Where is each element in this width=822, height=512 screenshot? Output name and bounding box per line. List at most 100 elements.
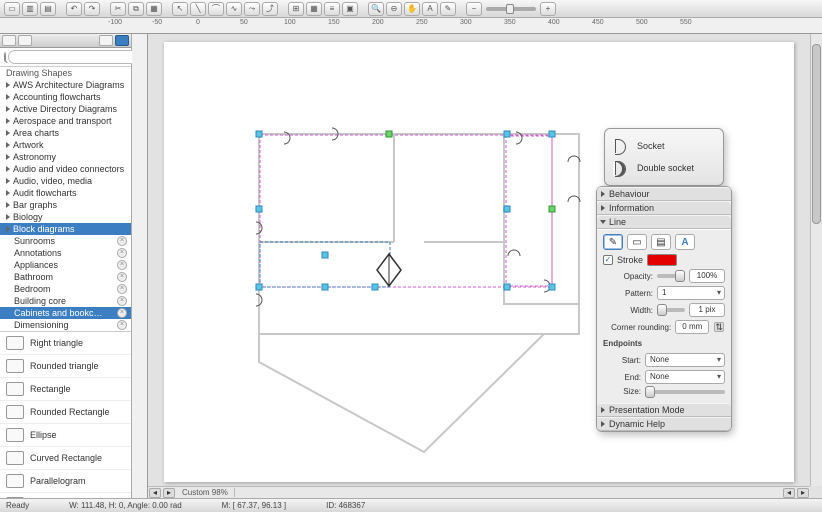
tool-align-icon[interactable]: ≡ <box>324 2 340 16</box>
tree-remove-icon[interactable]: × <box>117 236 127 246</box>
tool-paste-icon[interactable]: ▦ <box>146 2 162 16</box>
tool-hand-icon[interactable]: ✋ <box>404 2 420 16</box>
tool-save-icon[interactable]: ▤ <box>40 2 56 16</box>
line-mode-pencil-icon[interactable]: ✎ <box>603 234 623 250</box>
zoom-mode-label[interactable]: Custom 98% <box>176 488 235 497</box>
shape-row[interactable]: Rectangle <box>0 378 131 401</box>
shape-row[interactable]: Rounded Parallelogram <box>0 493 131 498</box>
tree-subsection[interactable]: Bedroom× <box>0 283 131 295</box>
opacity-slider[interactable] <box>657 274 685 278</box>
tree-remove-icon[interactable]: × <box>117 272 127 282</box>
size-slider[interactable] <box>645 390 725 394</box>
line-mode-shadow-icon[interactable]: ▤ <box>651 234 671 250</box>
tool-connector2-icon[interactable]: ⤴ <box>262 2 278 16</box>
inspector-presentation-header[interactable]: Presentation Mode <box>597 403 731 417</box>
tool-redo-icon[interactable]: ↷ <box>84 2 100 16</box>
tree-item[interactable]: Astronomy <box>0 151 131 163</box>
tool-grid-icon[interactable]: ▦ <box>306 2 322 16</box>
width-slider[interactable] <box>657 308 685 312</box>
stroke-checkbox[interactable]: ✓ <box>603 255 613 265</box>
tool-text-icon[interactable]: A <box>422 2 438 16</box>
tree-item[interactable]: Bar graphs <box>0 199 131 211</box>
sidebar-tab-2[interactable] <box>18 35 32 46</box>
corner-value[interactable]: 0 mm <box>675 320 709 334</box>
tool-copy-icon[interactable]: ⧉ <box>128 2 144 16</box>
scroll-right-button[interactable]: ▸ <box>797 488 809 498</box>
scrollbar-vertical[interactable] <box>810 34 822 486</box>
tree-item[interactable]: Active Directory Diagrams <box>0 103 131 115</box>
inspector-information-header[interactable]: Information <box>597 201 731 215</box>
tree-item[interactable]: Audit flowcharts <box>0 187 131 199</box>
shape-row[interactable]: Right triangle <box>0 332 131 355</box>
tree-remove-icon[interactable]: × <box>117 260 127 270</box>
tree-item[interactable]: Block diagrams <box>0 223 131 235</box>
tree-item[interactable]: Audio and video connectors <box>0 163 131 175</box>
shape-row[interactable]: Rounded triangle <box>0 355 131 378</box>
start-select[interactable]: None <box>645 353 725 367</box>
page-next-button[interactable]: ▸ <box>163 488 175 498</box>
tree-heading[interactable]: Drawing Shapes <box>0 67 131 79</box>
search-input[interactable] <box>8 50 139 64</box>
tree-subsection[interactable]: Bathroom× <box>0 271 131 283</box>
tree-subsection[interactable]: Dimensioning× <box>0 319 131 331</box>
tree-subsection[interactable]: Sunrooms× <box>0 235 131 247</box>
zoom-slider[interactable] <box>486 7 536 11</box>
sidebar-tab-search-icon[interactable] <box>115 35 129 46</box>
inspector-panel[interactable]: Behaviour Information Line ✎ ▭ ▤ A ✓ Str… <box>596 186 732 432</box>
legend-panel[interactable]: Socket Double socket <box>604 128 724 186</box>
tool-pen-icon[interactable]: ✎ <box>440 2 456 16</box>
tree-subsection[interactable]: Cabinets and bookc…× <box>0 307 131 319</box>
tree-subsection[interactable]: Building core× <box>0 295 131 307</box>
corner-stepper[interactable]: ⇅ <box>714 322 724 332</box>
tool-curve-icon[interactable]: ∿ <box>226 2 242 16</box>
tool-arc-icon[interactable]: ⌒ <box>208 2 224 16</box>
tool-group-icon[interactable]: ▣ <box>342 2 358 16</box>
tool-line-icon[interactable]: ╲ <box>190 2 206 16</box>
scrollbar-horizontal[interactable]: ◂ ▸ Custom 98% ◂ ▸ <box>148 486 810 498</box>
tree-remove-icon[interactable]: × <box>117 308 127 318</box>
shape-row[interactable]: Ellipse <box>0 424 131 447</box>
tree-remove-icon[interactable]: × <box>117 284 127 294</box>
line-mode-text-icon[interactable]: A <box>675 234 695 250</box>
shape-row[interactable]: Parallelogram <box>0 470 131 493</box>
tool-connector-icon[interactable]: ⤳ <box>244 2 260 16</box>
page-prev-button[interactable]: ◂ <box>149 488 161 498</box>
pattern-select[interactable]: 1 <box>657 286 725 300</box>
tree-item[interactable]: Aerospace and transport <box>0 115 131 127</box>
tool-open-icon[interactable]: ▥ <box>22 2 38 16</box>
opacity-value[interactable]: 100% <box>689 269 725 283</box>
sidebar-tab-list-icon[interactable] <box>99 35 113 46</box>
tree-item[interactable]: Area charts <box>0 127 131 139</box>
tool-zoom-icon[interactable]: 🔍 <box>368 2 384 16</box>
tool-undo-icon[interactable]: ↶ <box>66 2 82 16</box>
stroke-color-swatch[interactable] <box>647 254 677 266</box>
inspector-behaviour-header[interactable]: Behaviour <box>597 187 731 201</box>
end-select[interactable]: None <box>645 370 725 384</box>
tree-item[interactable]: Biology <box>0 211 131 223</box>
tree-subsection[interactable]: Annotations× <box>0 247 131 259</box>
width-value[interactable]: 1 pix <box>689 303 725 317</box>
inspector-line-header[interactable]: Line <box>597 215 731 229</box>
tree-item[interactable]: Accounting flowcharts <box>0 91 131 103</box>
line-mode-segment-icon[interactable]: ▭ <box>627 234 647 250</box>
zoom-out-button[interactable]: − <box>466 2 482 16</box>
shape-row[interactable]: Rounded Rectangle <box>0 401 131 424</box>
tool-pointer-icon[interactable]: ↖ <box>172 2 188 16</box>
tree-item[interactable]: AWS Architecture Diagrams <box>0 79 131 91</box>
tool-snap-icon[interactable]: ⊞ <box>288 2 304 16</box>
tool-zoomout-icon[interactable]: ⊖ <box>386 2 402 16</box>
tool-new-icon[interactable]: ▭ <box>4 2 20 16</box>
tree-item[interactable]: Artwork <box>0 139 131 151</box>
tool-cut-icon[interactable]: ✂ <box>110 2 126 16</box>
tree-remove-icon[interactable]: × <box>117 248 127 258</box>
sidebar-tab-1[interactable] <box>2 35 16 46</box>
zoom-in-button[interactable]: + <box>540 2 556 16</box>
tree-item[interactable]: Audio, video, media <box>0 175 131 187</box>
shape-row[interactable]: Curved Rectangle <box>0 447 131 470</box>
tree-subsection[interactable]: Appliances× <box>0 259 131 271</box>
tree-remove-icon[interactable]: × <box>117 296 127 306</box>
inspector-dynamic-header[interactable]: Dynamic Help <box>597 417 731 431</box>
scroll-left-button[interactable]: ◂ <box>783 488 795 498</box>
tree-item-label: Audio and video connectors <box>13 164 124 174</box>
tree-remove-icon[interactable]: × <box>117 320 127 330</box>
